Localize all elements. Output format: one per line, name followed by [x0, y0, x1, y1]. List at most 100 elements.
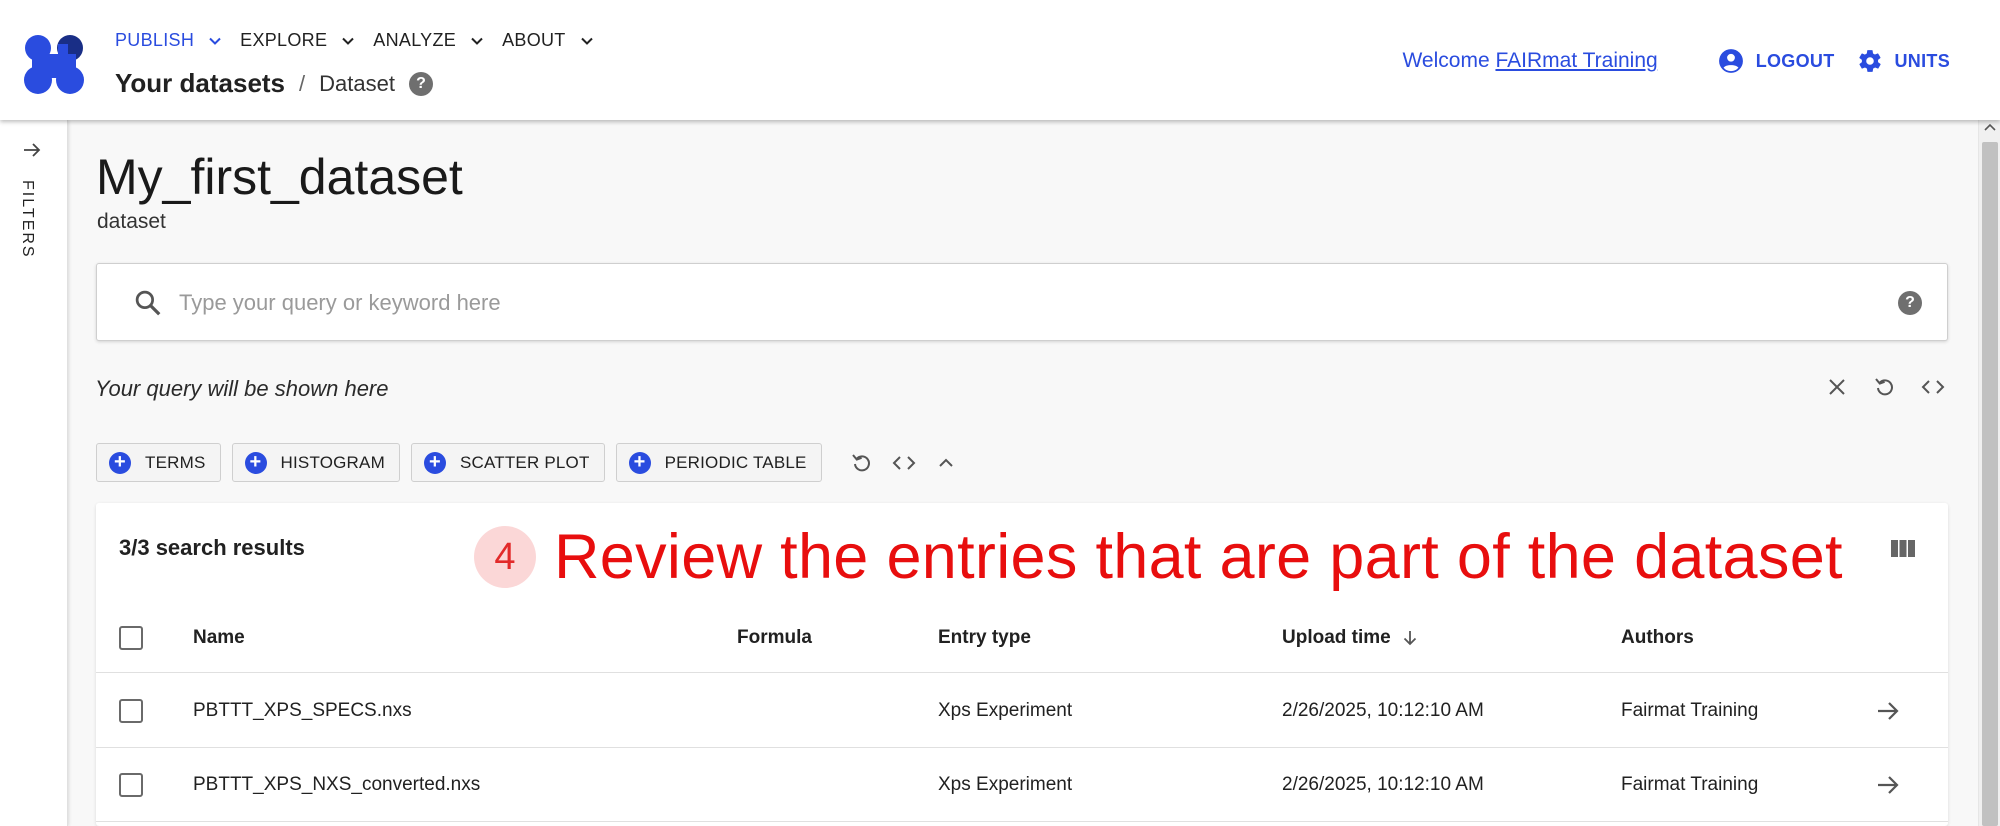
- menu-explore[interactable]: EXPLORE: [240, 30, 355, 51]
- search-input[interactable]: [179, 282, 1839, 324]
- query-help-icon[interactable]: ?: [1898, 291, 1922, 315]
- filter-sidebar: FILTERS: [0, 120, 68, 826]
- add-circle-icon: +: [244, 451, 267, 474]
- add-circle-icon: +: [628, 451, 651, 474]
- search-results-panel: 3/3 search results 4 Review the entries …: [96, 503, 1948, 826]
- query-preview: Your query will be shown here: [95, 376, 389, 401]
- scrollbar-thumb[interactable]: [1982, 142, 1998, 826]
- view-column-icon[interactable]: [1890, 537, 1916, 559]
- menu-about[interactable]: ABOUT: [502, 30, 594, 51]
- code-icon: [1921, 380, 1945, 394]
- column-header-upload-time-label: Upload time: [1282, 626, 1391, 648]
- arrow-right-icon: [1878, 701, 1899, 720]
- breadcrumb: Your datasets / Dataset ?: [115, 68, 433, 99]
- top-app-bar: PUBLISH EXPLORE ANALYZE ABOUT Your datas…: [0, 0, 2000, 120]
- user-name-link[interactable]: FAIRmat Training: [1495, 49, 1657, 72]
- entry-authors: Fairmat Training: [1621, 773, 1759, 795]
- select-all-checkbox[interactable]: [119, 625, 143, 650]
- help-icon[interactable]: ?: [408, 71, 433, 96]
- widget-label: SCATTER PLOT: [459, 452, 590, 472]
- arrow-down-icon[interactable]: [1401, 629, 1419, 647]
- nomad-logo[interactable]: [22, 34, 86, 96]
- add-scatter-plot-widget-button[interactable]: + SCATTER PLOT: [410, 443, 605, 482]
- breadcrumb-your-datasets[interactable]: Your datasets: [115, 68, 285, 99]
- search-bar: ?: [96, 263, 1948, 341]
- add-terms-widget-button[interactable]: + TERMS: [96, 443, 221, 482]
- breadcrumb-separator: /: [299, 70, 306, 96]
- add-circle-icon: +: [423, 451, 446, 474]
- collapse-widgets-button[interactable]: [933, 450, 959, 476]
- column-header-formula[interactable]: Formula: [737, 603, 812, 672]
- table-row[interactable]: PBTTT_XPS_NXS_converted.nxs Xps Experime…: [96, 748, 1948, 822]
- menu-about-label: ABOUT: [502, 30, 566, 50]
- tutorial-annotation: 4 Review the entries that are part of th…: [474, 521, 1843, 593]
- row-select-cell: [119, 748, 143, 821]
- logout-button[interactable]: LOGOUT: [1718, 48, 1835, 74]
- annotation-step-number: 4: [474, 526, 536, 588]
- widget-toolbar: + TERMS + HISTOGRAM + SCATTER PLOT + PER…: [96, 443, 959, 482]
- entry-type: Xps Experiment: [938, 699, 1073, 721]
- reset-widgets-button[interactable]: [849, 450, 875, 476]
- entry-authors: Fairmat Training: [1621, 699, 1759, 721]
- add-histogram-widget-button[interactable]: + HISTOGRAM: [231, 443, 400, 482]
- chevron-down-icon: [580, 37, 593, 45]
- scroll-up-icon[interactable]: [1984, 122, 1996, 134]
- widget-label: TERMS: [145, 452, 206, 472]
- gear-icon: [1858, 50, 1881, 72]
- entry-type: Xps Experiment: [938, 773, 1073, 795]
- filters-toggle[interactable]: FILTERS: [18, 180, 36, 259]
- table-row[interactable]: PBTTT_XPS_SPECS.nxs Xps Experiment 2/26/…: [96, 674, 1948, 748]
- reset-query-button[interactable]: [1872, 374, 1898, 400]
- clear-query-button[interactable]: [1824, 374, 1850, 400]
- breadcrumb-current: Dataset: [319, 70, 395, 96]
- results-count: 3/3 search results: [119, 535, 305, 560]
- chevron-down-icon: [471, 37, 483, 45]
- arrow-right-icon[interactable]: [20, 138, 44, 162]
- account-circle-icon: [1718, 49, 1743, 73]
- column-header-upload-time[interactable]: Upload time: [1282, 603, 1419, 672]
- undo-icon: [851, 453, 870, 471]
- entry-name: PBTTT_XPS_NXS_converted.nxs: [193, 773, 481, 795]
- welcome-prefix: Welcome: [1402, 49, 1490, 72]
- chevron-down-icon: [342, 37, 354, 45]
- open-entry-button[interactable]: [1873, 748, 1903, 821]
- widget-label: HISTOGRAM: [280, 452, 385, 472]
- code-icon: [892, 455, 915, 470]
- query-code-button[interactable]: [1920, 374, 1946, 400]
- results-table-header: Name Formula Entry type Upload time Auth…: [96, 603, 1948, 673]
- dataset-subtitle: dataset: [97, 210, 166, 233]
- select-all-cell: [119, 603, 143, 672]
- logout-label: LOGOUT: [1755, 50, 1835, 71]
- add-periodic-table-widget-button[interactable]: + PERIODIC TABLE: [615, 443, 822, 482]
- annotation-text: Review the entries that are part of the …: [554, 522, 1843, 592]
- widgets-code-button[interactable]: [891, 450, 917, 476]
- entry-upload-time: 2/26/2025, 10:12:10 AM: [1282, 773, 1484, 795]
- units-button[interactable]: UNITS: [1857, 48, 1951, 74]
- welcome-text: Welcome FAIRmat Training: [1402, 49, 1657, 73]
- row-checkbox[interactable]: [119, 772, 143, 797]
- column-header-name[interactable]: Name: [193, 603, 245, 672]
- row-checkbox[interactable]: [119, 698, 143, 723]
- undo-icon: [1875, 378, 1893, 396]
- open-entry-button[interactable]: [1873, 674, 1903, 747]
- widget-label: PERIODIC TABLE: [664, 452, 807, 472]
- main-menu: PUBLISH EXPLORE ANALYZE ABOUT: [115, 30, 612, 51]
- column-header-authors[interactable]: Authors: [1621, 603, 1694, 672]
- entry-upload-time: 2/26/2025, 10:12:10 AM: [1282, 699, 1484, 721]
- scrollbar[interactable]: [1978, 120, 2000, 826]
- query-actions: [1824, 374, 1946, 400]
- arrow-right-icon: [1878, 775, 1899, 794]
- entry-name: PBTTT_XPS_SPECS.nxs: [193, 699, 412, 721]
- menu-publish-label: PUBLISH: [115, 30, 195, 50]
- menu-analyze[interactable]: ANALYZE: [373, 30, 484, 51]
- row-select-cell: [119, 674, 143, 747]
- menu-analyze-label: ANALYZE: [373, 30, 457, 50]
- dataset-title: My_first_dataset: [96, 149, 463, 205]
- menu-publish[interactable]: PUBLISH: [115, 30, 222, 51]
- add-circle-icon: +: [109, 451, 131, 474]
- header-actions: Welcome FAIRmat Training LOGOUT UNITS: [1402, 48, 1950, 74]
- close-icon: [1829, 379, 1845, 395]
- menu-explore-label: EXPLORE: [240, 30, 328, 50]
- search-icon: [135, 290, 161, 316]
- column-header-entry-type[interactable]: Entry type: [938, 603, 1031, 672]
